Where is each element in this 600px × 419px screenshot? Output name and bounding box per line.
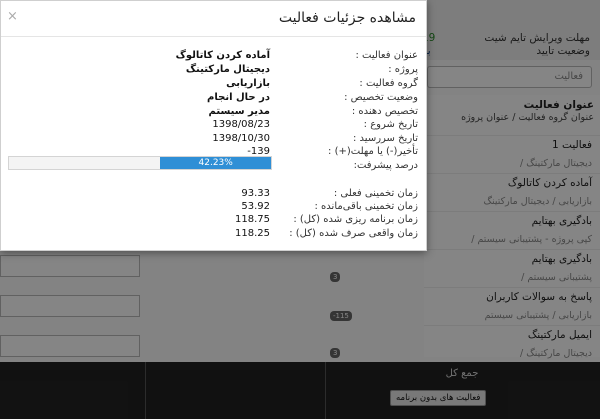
time-value-current-estimate: 93.33 <box>241 188 270 199</box>
field-label: پروژه : <box>388 64 418 75</box>
time-label: زمان تخمینی فعلی : <box>333 188 418 199</box>
progress-bar: 42.23% <box>8 156 272 170</box>
field-value-group: بازاریابی <box>226 78 270 89</box>
time-label: زمان تخمینی باقی‌مانده : <box>314 201 419 212</box>
field-label: تاریخ سررسید : <box>353 133 418 144</box>
time-label: زمان برنامه ریزی شده (کل) : <box>293 214 418 225</box>
progress-bar-fill: 42.23% <box>160 157 271 169</box>
field-value-status: در حال انجام <box>207 92 270 103</box>
field-label: وضعیت تخصیص : <box>344 92 418 103</box>
field-value-assigner: مدیر سیستم <box>208 106 270 117</box>
field-label: عنوان فعالیت : <box>355 50 418 61</box>
field-label: تخصیص دهنده : <box>351 106 418 117</box>
modal-title: مشاهده جزئیات فعالیت <box>278 10 416 26</box>
field-label: گروه فعالیت : <box>359 78 418 89</box>
close-icon[interactable]: × <box>7 9 18 24</box>
field-value-activity: آماده کردن کاتالوگ <box>175 50 270 61</box>
time-value-remaining-estimate: 53.92 <box>241 201 270 212</box>
modal-header: مشاهده جزئیات فعالیت × <box>1 1 426 37</box>
time-value-actual-total: 118.25 <box>235 228 270 239</box>
field-value-due-date: 1398/10/30 <box>212 133 270 144</box>
field-label: تاریخ شروع : <box>363 119 418 130</box>
time-label: زمان واقعی صرف شده (کل) : <box>289 228 418 239</box>
field-value-start-date: 1398/08/23 <box>212 119 270 130</box>
field-label: تأخیر(-) یا مهلت(+) : <box>328 146 418 157</box>
time-value-planned-total: 118.75 <box>235 214 270 225</box>
progress-label: درصد پیشرفت: <box>353 160 418 171</box>
field-value-project: دیجیتال مارکتینگ <box>185 64 270 75</box>
activity-details-modal: مشاهده جزئیات فعالیت × عنوان فعالیت : آم… <box>0 0 427 251</box>
